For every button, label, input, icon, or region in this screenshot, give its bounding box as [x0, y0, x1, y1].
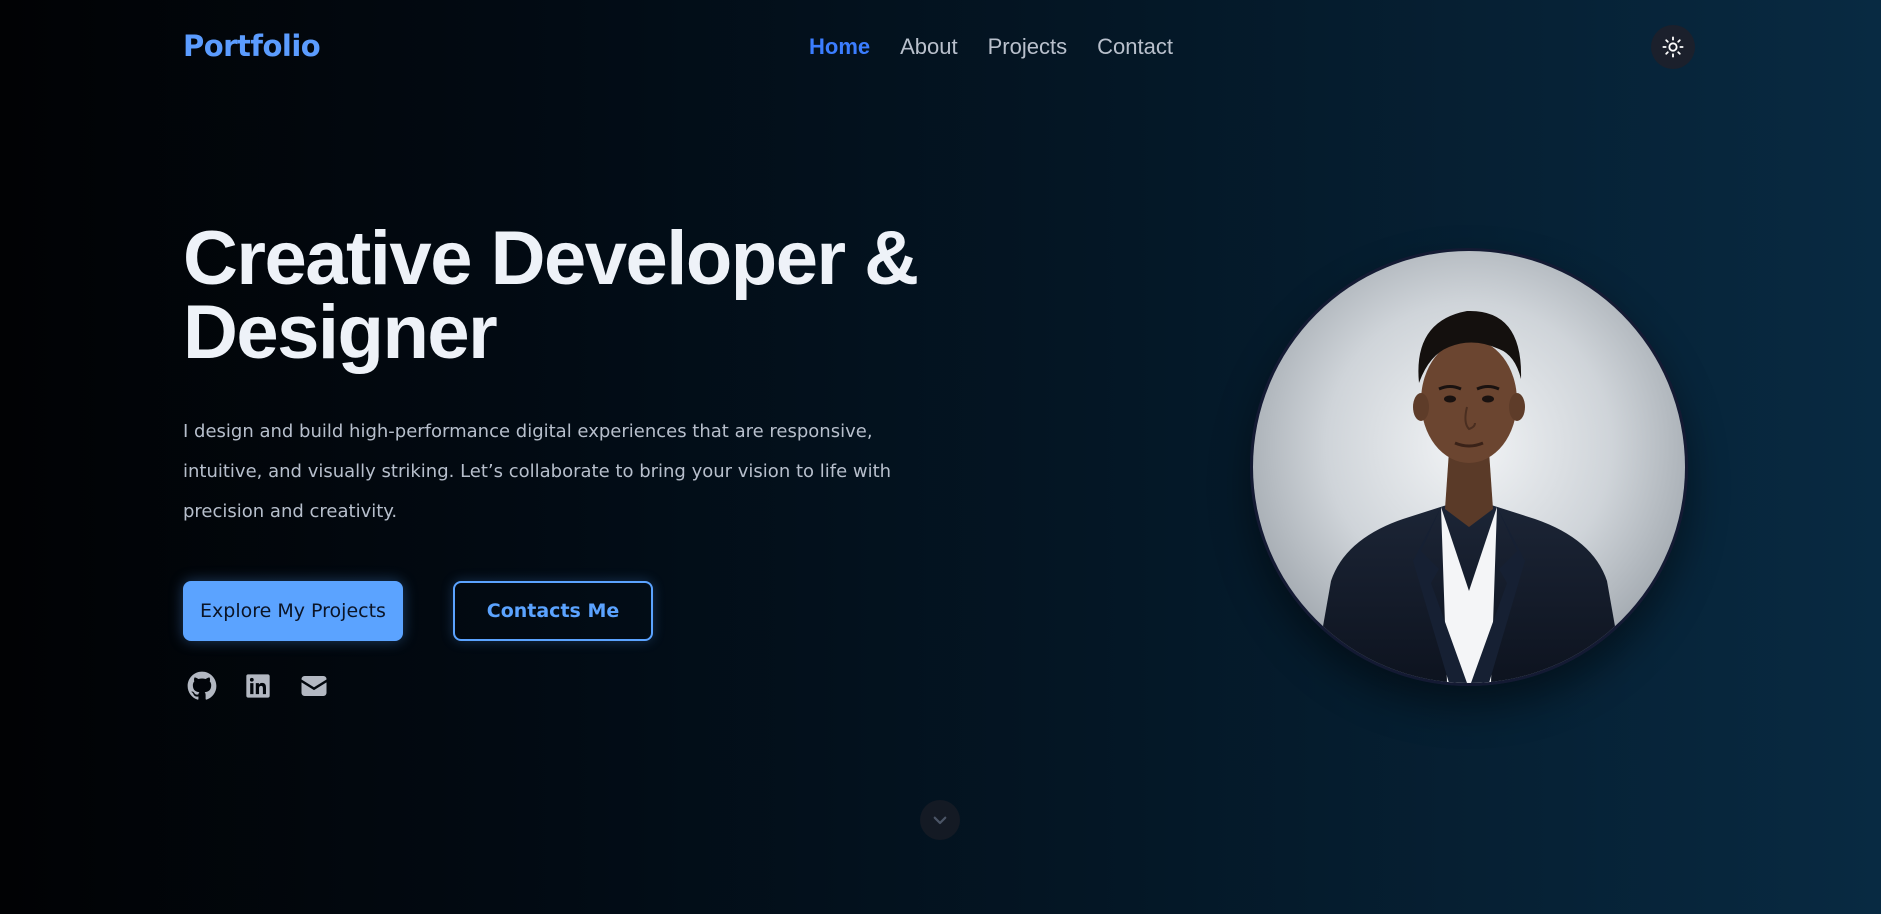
contact-button[interactable]: Contacts Me: [453, 581, 653, 641]
theme-toggle-button[interactable]: [1651, 25, 1695, 69]
profile-photo: [1250, 248, 1688, 686]
nav-item-projects[interactable]: Projects: [988, 30, 1067, 64]
profile-photo-illustration: [1253, 251, 1685, 683]
explore-projects-button[interactable]: Explore My Projects: [183, 581, 403, 641]
scroll-down-button[interactable]: [920, 800, 960, 840]
nav-item-home[interactable]: Home: [809, 30, 870, 64]
chevron-down-icon: [933, 816, 947, 825]
linkedin-icon: [246, 674, 270, 698]
hero-title: Creative Developer & Designer: [183, 221, 943, 371]
sun-icon: [1662, 36, 1684, 58]
nav-links: Home About Projects Contact: [809, 30, 1173, 64]
nav-item-about[interactable]: About: [900, 30, 958, 64]
mail-icon: [301, 676, 327, 696]
social-links: [186, 670, 330, 702]
nav-item-contact[interactable]: Contact: [1097, 30, 1173, 64]
hero-title-line-2: Designer: [183, 290, 498, 375]
hero-description: I design and build high-performance digi…: [183, 421, 892, 522]
github-icon: [187, 671, 217, 700]
github-link[interactable]: [186, 670, 218, 702]
linkedin-link[interactable]: [242, 670, 274, 702]
top-navigation: Portfolio Home About Projects Contact: [0, 0, 1881, 94]
hero-title-line-1: Creative Developer &: [183, 216, 919, 301]
email-link[interactable]: [298, 670, 330, 702]
logo[interactable]: Portfolio: [183, 26, 321, 66]
